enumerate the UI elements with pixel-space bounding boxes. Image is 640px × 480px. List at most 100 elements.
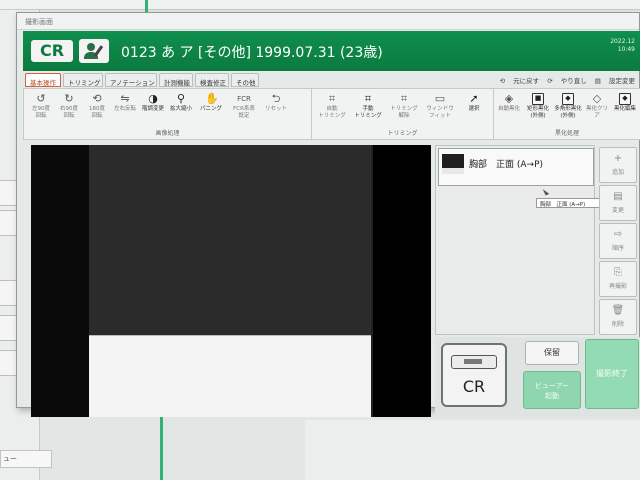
- contrast-button[interactable]: ◑ 階調変更: [142, 93, 164, 113]
- add-icon: +: [613, 153, 623, 164]
- cassette-label: CR: [462, 377, 486, 396]
- auto-trim-icon: ⌗: [328, 92, 336, 105]
- flip-button[interactable]: ⇋ 左右反転: [114, 93, 136, 113]
- cassette-icon: [451, 355, 497, 369]
- patient-header: CR 0123 あ ア [その他] 1999.07.31 (23歳) 2022.…: [23, 31, 640, 71]
- change-button[interactable]: ▤ 変更: [599, 185, 637, 221]
- exposure-label: 胸部 正面 (A→P): [469, 160, 544, 170]
- fcr-icon: FCR: [237, 95, 251, 103]
- rect-black-button[interactable]: ■ 矩形黒化 (外側): [524, 93, 552, 120]
- header-datetime: 2022.12 10:49: [610, 38, 635, 54]
- tab-trimming[interactable]: トリミング: [63, 73, 103, 87]
- tab-bar: 基本操作 トリミング アノテーション 計測機能 検査修正 その他 ⟲ 元に戻す …: [23, 73, 640, 88]
- rotate-180-button[interactable]: ⟲ 180度 回転: [86, 93, 108, 120]
- reset-button[interactable]: ⮌ リセット: [262, 93, 290, 113]
- rotate-180-icon: ⟲: [92, 92, 102, 105]
- viewer-label-line1: ビューアー: [534, 382, 570, 390]
- poly-black-button[interactable]: ◆ 多角形黒化 (外側): [554, 93, 582, 120]
- reset-icon: ⮌: [271, 92, 281, 105]
- window-fit-icon: ▭: [434, 92, 446, 105]
- toolbar: ↺ 左90度 回転 ↻ 右90度 回転 ⟲ 180度 回転 ⇋ 左右反転 ◑ 階調変更 ⚲ 拡大縮…: [23, 88, 640, 140]
- contrast-icon: ◑: [148, 92, 158, 105]
- exposure-window: 撮影画面 CR 0123 あ ア [その他] 1999.07.31 (23歳) …: [16, 12, 640, 417]
- cr-logo: CR: [31, 40, 73, 62]
- blackening-label: 黒化処理: [554, 130, 579, 137]
- hand-icon: ✋: [205, 92, 219, 105]
- undo-button[interactable]: ⟲ 元に戻す: [500, 77, 540, 85]
- fcr-default-button[interactable]: FCR FCR系表 既定: [230, 93, 258, 120]
- window-title: 撮影画面: [17, 13, 639, 30]
- image-processing-label: 画像処理: [155, 130, 180, 137]
- side-button-column: + 追加 ▤ 変更 ⇨ 順序 ⎘ 再撮影 🗑 削除: [599, 145, 640, 335]
- exposure-thumbnail-lower: [442, 168, 464, 174]
- exposure-thumbnail: [442, 154, 464, 168]
- rect-black-icon: ■: [532, 93, 544, 105]
- viewer-launch-button[interactable]: ビューアー 起動: [523, 371, 581, 409]
- rotate-right-button[interactable]: ↻ 右90度 回転: [58, 93, 80, 120]
- black-clear-button[interactable]: ◇ 黒化クリア: [584, 93, 610, 120]
- top-actions: ⟲ 元に戻す ⟳ やり直し ▤ 設定変更: [494, 75, 635, 85]
- trimming-label: トリミング: [387, 130, 418, 137]
- auto-black-button[interactable]: ◈ 自動黒化: [496, 93, 522, 113]
- background-accent-line: [160, 408, 163, 480]
- header-date: 2022.12: [610, 38, 635, 45]
- retake-icon: ⎘: [614, 267, 622, 278]
- poly-black-icon: ◆: [562, 93, 574, 105]
- manual-trim-icon: ⌗: [364, 92, 372, 105]
- background-top-bar: [0, 0, 640, 10]
- image-viewer[interactable]: [31, 145, 431, 417]
- rotate-left-icon: ↺: [36, 92, 46, 105]
- blackening-group: ◈ 自動黒化 ■ 矩形黒化 (外側) ◆ 多角形黒化 (外側) ◇ 黒化クリア ◆ 黒化編集 …: [494, 89, 640, 139]
- header-time: 10:49: [617, 46, 635, 53]
- tab-measurement[interactable]: 計測機能: [159, 73, 193, 87]
- retake-button[interactable]: ⎘ 再撮影: [599, 261, 637, 297]
- panning-button[interactable]: ✋ パニング: [200, 93, 222, 113]
- list-item[interactable]: 胸部 正面 (A→P): [438, 148, 594, 186]
- viewer-margin: [371, 145, 431, 417]
- black-clear-icon: ◇: [592, 92, 602, 105]
- mouse-cursor-icon: [542, 187, 550, 196]
- zoom-icon: ⚲: [176, 92, 186, 105]
- trimming-group: ⌗ 自動 トリミング ⌗ 手動 トリミング ⌗ トリミング 解除 ▭ ウィンドウ フィット ➚ 選…: [312, 89, 494, 139]
- finish-exposure-button[interactable]: 撮影終了: [585, 339, 639, 409]
- change-icon: ▤: [613, 191, 623, 202]
- trim-release-button[interactable]: ⌗ トリミング 解除: [390, 93, 418, 120]
- xray-image: [89, 145, 371, 335]
- image-processing-group: ↺ 左90度 回転 ↻ 右90度 回転 ⟲ 180度 回転 ⇋ 左右反転 ◑ 階調変更 ⚲ 拡大縮…: [24, 89, 312, 139]
- tab-other[interactable]: その他: [231, 73, 259, 87]
- window-fit-button[interactable]: ▭ ウィンドウ フィット: [426, 93, 454, 120]
- manual-trim-button[interactable]: ⌗ 手動 トリミング: [354, 93, 382, 120]
- patient-edit-icon[interactable]: [79, 39, 109, 63]
- select-icon: ➚: [469, 92, 479, 105]
- viewer-label-line2: 起動: [545, 392, 559, 400]
- trim-release-icon: ⌗: [400, 92, 408, 105]
- patient-info: 0123 あ ア [その他] 1999.07.31 (23歳): [121, 45, 383, 61]
- viewer-divider: [371, 145, 373, 417]
- rotate-right-icon: ↻: [64, 92, 74, 105]
- rotate-left-button[interactable]: ↺ 左90度 回転: [30, 93, 52, 120]
- auto-black-icon: ◈: [504, 92, 514, 105]
- delete-icon: 🗑: [611, 305, 625, 316]
- black-edit-icon: ◆: [619, 93, 631, 105]
- tab-exam-edit[interactable]: 検査修正: [195, 73, 229, 87]
- black-edit-button[interactable]: ◆ 黒化編集: [612, 93, 638, 113]
- zoom-button[interactable]: ⚲ 拡大縮小: [170, 93, 192, 113]
- auto-trim-button[interactable]: ⌗ 自動 トリミング: [318, 93, 346, 120]
- background-text-box: ュー: [0, 450, 52, 468]
- background-bottom-panel: [305, 420, 640, 480]
- select-button[interactable]: ➚ 選択: [462, 93, 486, 113]
- cr-cassette-button[interactable]: CR: [441, 343, 507, 407]
- order-button[interactable]: ⇨ 順序: [599, 223, 637, 259]
- xray-image-lower: [89, 335, 371, 417]
- tab-basic[interactable]: 基本操作: [25, 73, 61, 87]
- settings-button[interactable]: ▤ 設定変更: [595, 77, 635, 85]
- background-accent: [145, 0, 148, 12]
- exposure-list: 胸部 正面 (A→P) 胸部 正面 (A→P): [435, 145, 612, 335]
- flip-icon: ⇋: [120, 92, 130, 105]
- tab-annotation[interactable]: アノテーション: [105, 73, 157, 87]
- redo-button[interactable]: ⟳ やり直し: [547, 77, 587, 85]
- control-area: CR 保留 ビューアー 起動 撮影終了: [435, 337, 640, 417]
- delete-button[interactable]: 🗑 削除: [599, 299, 637, 335]
- add-button[interactable]: + 追加: [599, 147, 637, 183]
- hold-button[interactable]: 保留: [525, 341, 579, 365]
